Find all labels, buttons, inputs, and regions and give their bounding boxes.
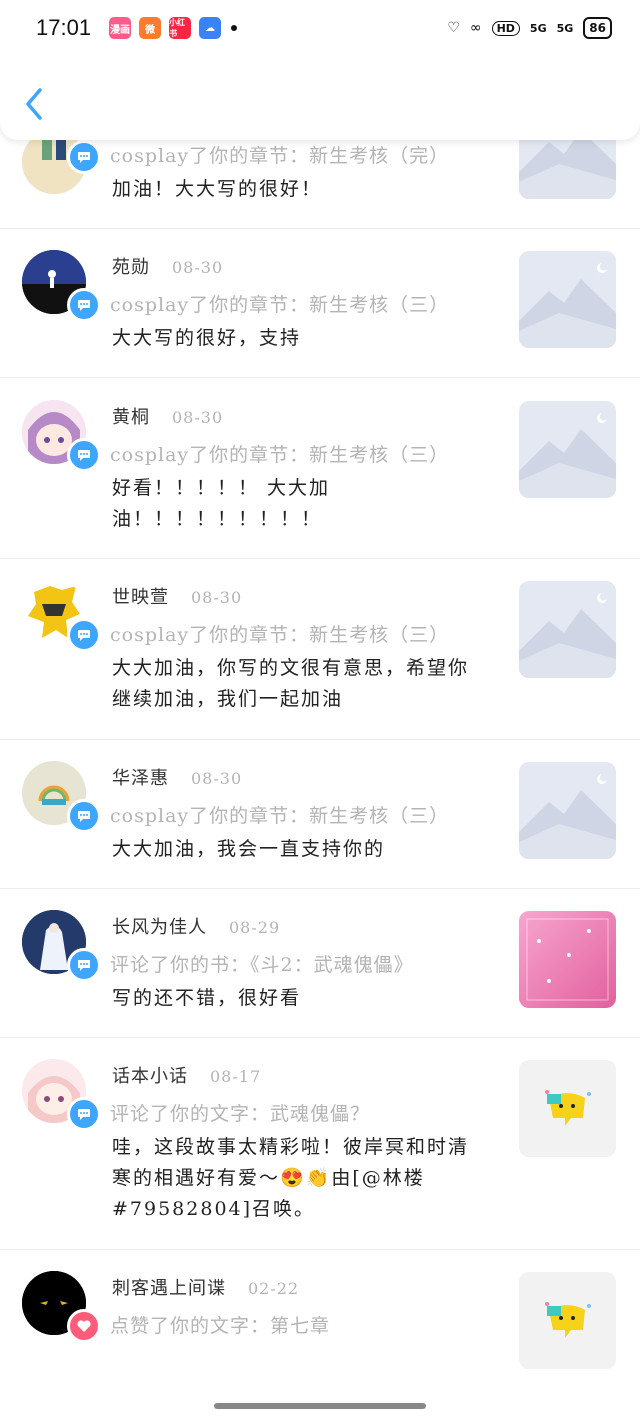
link-status-icon: ∞ [469,20,482,36]
weibo-icon: 微 [139,17,162,39]
status-bar: 17:01 漫画 微 小红书 ☁ ♡ ∞ HD 5G 5G 86 [0,0,640,56]
system-indicators: ♡ ∞ HD 5G 5G 86 [447,17,612,39]
comment-badge-icon [67,438,101,472]
back-arrow-icon[interactable] [22,86,46,122]
notification-item[interactable]: 刺客遇上间谍 02-22 点赞了你的文字：第七章 [0,1250,640,1393]
home-indicator[interactable] [214,1403,426,1409]
notification-item[interactable]: 黄桐 08-30 cosplay了你的章节：新生考核（三） 好看！！！！！ 大大加… [0,378,640,559]
chapter-thumbnail[interactable] [519,762,616,859]
mascot-thumbnail[interactable] [519,1060,616,1157]
username[interactable]: 黄桐 08-30 [112,403,223,429]
notification-content: 加油！大大写的很好！ [112,178,323,200]
username[interactable]: 苑勋 08-30 [112,253,223,279]
chapter-thumbnail[interactable] [519,401,616,498]
comment-badge-icon [67,618,101,652]
notification-item[interactable]: 话本小话 08-17 评论了你的文字：武魂傀儡？ 哇，这段故事太精彩啦！彼岸冥和时… [0,1038,640,1250]
comment-badge-icon [67,288,101,322]
chapter-thumbnail[interactable] [519,251,616,348]
signal-5g-2: 5G [556,21,574,35]
username[interactable]: 世映萱 08-30 [112,583,242,609]
comment-badge-icon [67,140,101,174]
notification-action: cosplay了你的章节：新生考核（完） [110,145,450,167]
notification-action: cosplay了你的章节：新生考核（三） [110,444,450,466]
notification-action: cosplay了你的章节：新生考核（三） [110,294,450,316]
notification-date: 02-22 [248,1279,300,1298]
notification-content: 好看！！！！！ 大大加油！！！！！！！！！ [112,477,331,530]
notification-app-icons: 漫画 微 小红书 ☁ [109,17,222,39]
notification-item[interactable]: 世映萱 08-30 cosplay了你的章节：新生考核（三） 大大加油，你写的文很… [0,559,640,740]
notification-date: 08-29 [229,918,281,937]
notification-action: cosplay了你的章节：新生考核（三） [110,805,450,827]
more-notifications-dot-icon [231,25,238,31]
notification-date: 08-30 [191,769,243,788]
comment-badge-icon [67,799,101,833]
notification-content: 哇，这段故事太精彩啦！彼岸冥和时清寒的相遇好有爱～😍👏由[@林楼#7958280… [112,1136,470,1220]
xiaohongshu-icon: 小红书 [169,17,192,39]
cloud-icon: ☁ [199,17,222,39]
comment-badge-icon [67,948,101,982]
notification-item[interactable]: 苑勋 08-30 cosplay了你的章节：新生考核（三） 大大写的很好，支持 [0,229,640,378]
book-cover-thumbnail[interactable] [519,911,616,1008]
battery-indicator: 86 [583,17,612,39]
signal-5g-1: 5G [529,21,547,35]
notification-date: 08-17 [210,1067,262,1086]
notification-date: 08-30 [172,408,224,427]
notification-content: 大大加油，你写的文很有意思，希望你继续加油，我们一起加油 [112,657,470,710]
hd-indicator: HD [491,20,520,36]
notification-action: cosplay了你的章节：新生考核（三） [110,624,450,646]
notification-action: 评论了你的文字：武魂傀儡？ [110,1103,371,1125]
notification-item[interactable]: 华泽惠 08-30 cosplay了你的章节：新生考核（三） 大大加油，我会一直支… [0,740,640,889]
chapter-thumbnail[interactable] [519,581,616,678]
notification-date: 08-30 [172,258,224,277]
username[interactable]: 长风为佳人 08-29 [112,913,280,939]
heart-status-icon: ♡ [447,20,460,36]
username[interactable]: 话本小话 08-17 [112,1062,261,1088]
notification-content: 大大写的很好，支持 [112,327,302,349]
mascot-thumbnail[interactable] [519,1272,616,1369]
notification-item[interactable]: 长风为佳人 08-29 评论了你的书：《斗2：武魂傀儡》 写的还不错，很好看 [0,889,640,1038]
comment-badge-icon [67,1097,101,1131]
manhua-app-icon: 漫画 [109,17,132,39]
heart-badge-icon [67,1309,101,1343]
username[interactable]: 华泽惠 08-30 [112,764,242,790]
notification-action: 点赞了你的文字：第七章 [110,1315,331,1337]
notification-date: 08-30 [191,588,243,607]
notification-content: 大大加油，我会一直支持你的 [112,838,386,860]
username[interactable]: 刺客遇上间谍 02-22 [112,1274,299,1300]
status-time: 17:01 [36,15,92,40]
notification-content: 写的还不错，很好看 [112,987,302,1009]
notification-action: 评论了你的书：《斗2：武魂傀儡》 [110,954,414,976]
